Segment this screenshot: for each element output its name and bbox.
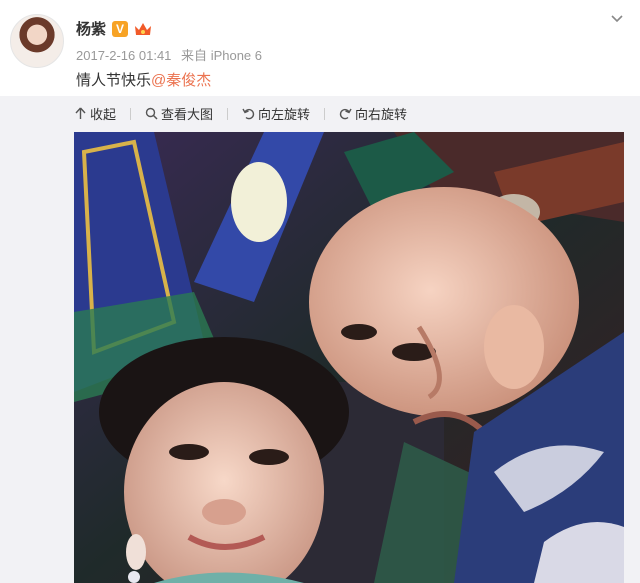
divider — [324, 107, 326, 120]
mention-link[interactable]: @秦俊杰 — [151, 72, 211, 89]
post-meta: 2017-2-16 01:41 来自 iPhone 6 — [76, 45, 262, 64]
selfie-photo-image — [74, 132, 624, 583]
post-header: 杨紫 V 2017-2-16 01:41 来自 iPhone 6 情人节快乐@秦… — [0, 0, 640, 96]
collapse-label: 收起 — [90, 107, 117, 122]
vip-crown-icon[interactable] — [134, 21, 152, 37]
avatar[interactable] — [10, 14, 64, 68]
source-prefix: 来自 — [181, 48, 208, 63]
post-text: 情人节快乐@秦俊杰 — [76, 69, 211, 90]
name-row: 杨紫 V — [76, 18, 152, 39]
rotate-right-label: 向右旋转 — [355, 107, 408, 122]
divider — [227, 107, 229, 120]
magnifier-icon — [145, 107, 158, 120]
verified-badge-icon[interactable]: V — [112, 20, 129, 37]
collapse-icon — [75, 107, 86, 119]
rotate-right-button[interactable]: 向右旋转 — [339, 104, 407, 123]
rotate-left-icon — [242, 108, 255, 120]
source-device[interactable]: iPhone 6 — [211, 48, 262, 63]
collapse-button[interactable]: 收起 — [74, 104, 116, 123]
chevron-down-icon[interactable] — [610, 12, 624, 26]
rotate-right-icon — [339, 108, 352, 120]
view-large-button[interactable]: 查看大图 — [145, 104, 213, 123]
divider — [130, 107, 132, 120]
rotate-left-button[interactable]: 向左旋转 — [242, 104, 310, 123]
media-container: 收起 查看大图 向左旋转 向右旋转 — [0, 96, 640, 583]
post-photo[interactable] — [74, 132, 624, 583]
post-text-body: 情人节快乐 — [76, 72, 152, 89]
rotate-left-label: 向左旋转 — [258, 107, 311, 122]
username[interactable]: 杨紫 — [76, 18, 106, 39]
timestamp[interactable]: 2017-2-16 01:41 — [76, 48, 171, 63]
media-toolbar: 收起 查看大图 向左旋转 向右旋转 — [74, 104, 407, 123]
view-large-label: 查看大图 — [161, 107, 214, 122]
